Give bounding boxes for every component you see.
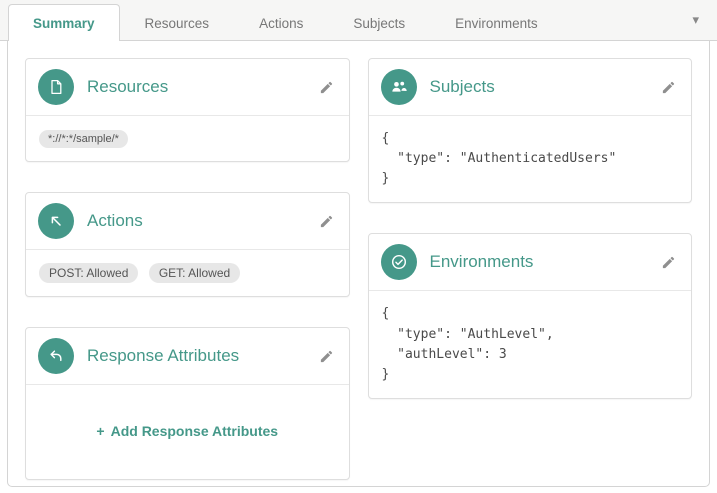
tab-environments[interactable]: Environments	[430, 4, 563, 41]
response-attributes-card-header: Response Attributes	[26, 328, 349, 385]
tab-resources[interactable]: Resources	[120, 4, 235, 41]
edit-icon[interactable]	[316, 211, 337, 232]
arrow-up-left-icon	[38, 203, 74, 239]
left-column: Resources *://*:*/sample/* Actions POST:…	[25, 58, 350, 480]
tab-resources-label: Resources	[144, 16, 210, 31]
edit-icon[interactable]	[658, 77, 679, 98]
subjects-card-body: { "type": "AuthenticatedUsers" }	[369, 116, 692, 202]
subjects-card-title: Subjects	[429, 77, 495, 96]
file-icon	[38, 69, 74, 105]
tab-environments-label: Environments	[455, 16, 538, 31]
reply-arrow-icon	[38, 338, 74, 374]
tab-actions[interactable]: Actions	[234, 4, 328, 41]
resource-pattern-pill: *://*:*/sample/*	[39, 130, 128, 148]
right-column: Subjects { "type": "AuthenticatedUsers" …	[367, 58, 692, 469]
users-icon	[380, 69, 417, 105]
plus-icon: +	[96, 423, 105, 439]
edit-icon[interactable]	[316, 346, 337, 367]
actions-card-body: POST: Allowed GET: Allowed	[26, 250, 349, 296]
actions-card-title: Actions	[87, 211, 143, 230]
edit-icon[interactable]	[316, 77, 337, 98]
add-response-attributes-link[interactable]: + Add Response Attributes	[96, 423, 278, 439]
edit-icon[interactable]	[658, 252, 679, 273]
tab-subjects[interactable]: Subjects	[328, 4, 430, 41]
actions-card: Actions POST: Allowed GET: Allowed	[25, 192, 350, 297]
tab-bar: Summary Resources Actions Subjects Envir…	[0, 0, 717, 41]
environments-card-header: Environments	[368, 234, 691, 292]
tab-actions-label: Actions	[259, 16, 304, 31]
add-response-attributes-label: Add Response Attributes	[110, 423, 279, 439]
resources-card-title: Resources	[87, 77, 169, 96]
action-pill-get: GET: Allowed	[148, 263, 241, 283]
subjects-code: { "type": "AuthenticatedUsers" }	[381, 131, 617, 187]
policy-summary-page: Summary Resources Actions Subjects Envir…	[0, 0, 717, 493]
chevron-down-icon[interactable]: ▾	[688, 10, 703, 30]
actions-card-header: Actions	[26, 193, 349, 250]
response-attributes-card-body: + Add Response Attributes	[26, 385, 349, 479]
tab-summary-label: Summary	[33, 16, 95, 31]
action-pill-post: POST: Allowed	[39, 263, 139, 283]
resources-card-body: *://*:*/sample/*	[26, 116, 349, 161]
response-attributes-card: Response Attributes + Add Response Attrib…	[25, 327, 350, 480]
summary-panel: Resources *://*:*/sample/* Actions POST:…	[7, 41, 710, 487]
resources-card: Resources *://*:*/sample/*	[25, 58, 350, 162]
environments-code: { "type": "AuthLevel", "authLevel": 3 }	[381, 306, 554, 382]
environments-card-title: Environments	[429, 252, 534, 272]
environments-card: Environments { "type": "AuthLevel", "aut…	[367, 233, 692, 399]
subjects-card-header: Subjects	[368, 59, 691, 116]
tab-summary[interactable]: Summary	[8, 4, 120, 41]
environments-card-body: { "type": "AuthLevel", "authLevel": 3 }	[369, 291, 692, 398]
resources-card-header: Resources	[26, 59, 349, 116]
tab-subjects-label: Subjects	[353, 16, 406, 31]
response-attributes-card-title: Response Attributes	[87, 346, 240, 365]
subjects-card: Subjects { "type": "AuthenticatedUsers" …	[367, 58, 692, 204]
check-circle-icon	[380, 244, 417, 281]
